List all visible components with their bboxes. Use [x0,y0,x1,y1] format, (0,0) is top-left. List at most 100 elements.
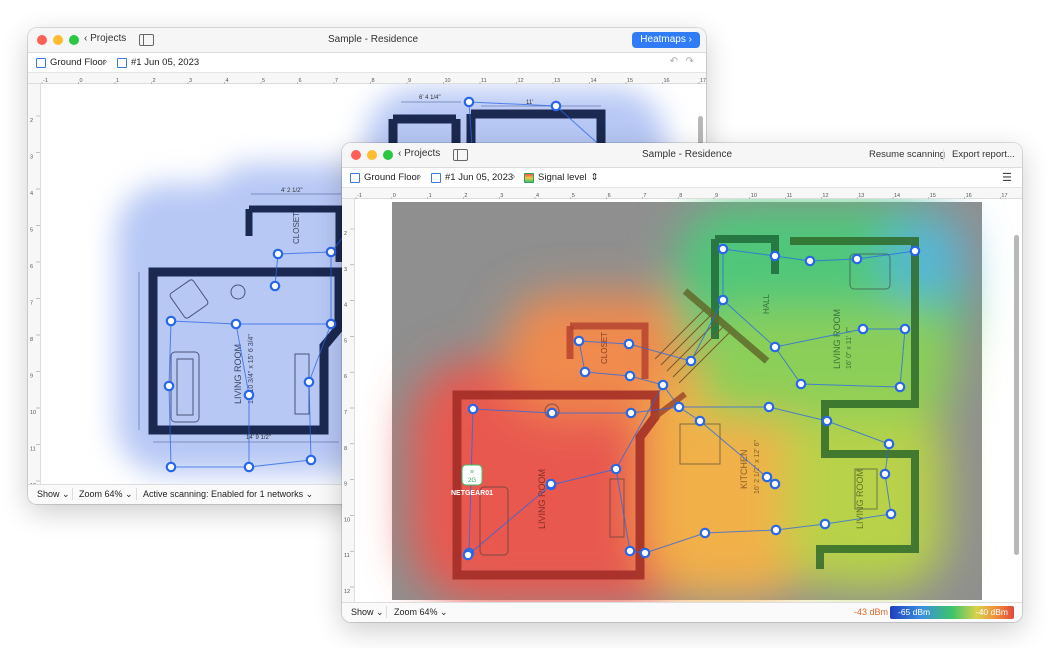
window-title: Sample - Residence [642,149,733,160]
measurement-point [325,318,337,330]
zoom-button[interactable] [383,150,393,160]
room-label: CLOSET [292,212,301,244]
ruler-label: 4 [30,191,33,197]
router-name: NETGEAR01 [451,490,493,497]
measurement-point [325,246,337,258]
ruler-label: 4 [344,303,347,309]
measurement-point [699,527,711,539]
ruler-label: 12 [344,589,350,595]
ruler-left-ticks: 23456789101112 [30,115,40,489]
chevron-left-icon: ‹ [398,148,402,159]
measurement-point [804,255,816,267]
measurement-point [550,100,562,112]
heatmaps-button[interactable]: Heatmaps › [632,32,700,48]
chevron-right-icon: › [688,34,692,45]
visualization-select[interactable]: Signal level ⇕ [524,172,599,183]
breadcrumb-floor[interactable]: Ground Floor [36,57,106,68]
zoom-menu[interactable]: Zoom 64% ⌄ [394,607,448,618]
measurement-point [623,338,635,350]
measurement-point [303,376,315,388]
measurement-point [624,370,636,382]
settings-sliders-icon[interactable]: ☰ [1002,171,1012,184]
projects-back-button[interactable]: ‹ Projects [398,148,440,159]
measurement-point [819,518,831,530]
ruler-left: 2345678910111213 [342,199,355,603]
measurement-point [857,323,869,335]
show-menu[interactable]: Show ⌄ [351,607,384,618]
measurement-point [610,463,622,475]
undo-icon[interactable]: ↶ [670,56,678,67]
measurement-point [879,468,891,480]
measurement-point [305,454,317,466]
close-button[interactable] [351,150,361,160]
room-label: LIVING ROOM [855,469,865,529]
ruler-label: 11 [344,553,350,559]
floor-plan-icon [350,172,360,183]
measurement-point [165,461,177,473]
measurement-point [694,415,706,427]
breadcrumb-survey[interactable]: #1 Jun 05, 2023 [117,57,199,68]
room-label: LIVING ROOM [537,469,547,529]
divider [386,606,387,618]
legend-mid-label: -65 dBm [898,607,931,617]
chevron-right-icon: › [418,171,422,182]
active-scanning-menu[interactable]: Active scanning: Enabled for 1 networks … [143,489,313,500]
window-title: Sample - Residence [328,34,419,45]
measurement-point [909,245,921,257]
resume-scanning-button[interactable]: Resume scanning [869,149,945,160]
sidebar-toggle-icon[interactable] [139,34,154,46]
room-label: LIVING ROOM [832,309,842,369]
breadcrumb-floor[interactable]: Ground Floor [350,172,420,183]
zoom-button[interactable] [69,35,79,45]
router-band: 2G [468,478,476,484]
signal-legend-bar: -65 dBm -40 dBm [890,606,1014,619]
ruler-label: 2 [30,118,33,124]
measurement-point [545,478,557,490]
export-report-button[interactable]: Export report... [952,149,1015,160]
measurement-point [851,253,863,265]
zoom-menu[interactable]: Zoom 64% ⌄ [79,489,133,500]
show-menu[interactable]: Show ⌄ [37,489,70,500]
chevron-down-icon: ⌄ [440,607,448,617]
breadcrumb-survey[interactable]: #1 Jun 05, 2023 [431,172,513,183]
redo-icon[interactable]: ↷ [686,56,694,67]
measurement-point [894,381,906,393]
measurement-point [243,389,255,401]
measurement-point [717,294,729,306]
measurement-point [885,508,897,520]
vertical-scrollbar[interactable] [1014,235,1019,555]
chevron-up-down-icon: ⇕ [590,172,599,183]
measurement-point [639,547,651,559]
projects-back-button[interactable]: ‹ Projects [84,33,126,44]
ruler-label: 6 [30,264,33,270]
titlebar: ‹ Projects Sample - Residence Heatmaps › [28,28,706,53]
measurement-point [579,366,591,378]
ruler-label: 3 [30,155,33,161]
signal-level-icon [524,172,534,183]
measurement-point [769,250,781,262]
ruler-left: 23456789101112 [28,84,41,489]
room-label: HALL [762,293,771,314]
measurement-point [821,415,833,427]
measurement-point [673,401,685,413]
ruler-label: 9 [30,374,33,380]
dimension-label: 4' 2 1/2" [281,188,303,194]
heatmap-canvas[interactable]: LIVING ROOM CLOSET KITCHEN 16' 2 1/2" x … [355,199,1022,603]
minimize-button[interactable] [367,150,377,160]
close-button[interactable] [37,35,47,45]
ruler-label: 7 [344,410,347,416]
measurement-point [899,323,911,335]
chevron-left-icon: ‹ [84,33,88,44]
measurement-point [573,335,585,347]
vertical-scrollbar[interactable] [698,116,703,146]
chevron-right-icon: › [512,171,516,182]
ruler-label: 7 [30,301,33,307]
sidebar-toggle-icon[interactable] [453,149,468,161]
minimize-button[interactable] [53,35,63,45]
heatmap-svg: LIVING ROOM CLOSET KITCHEN 16' 2 1/2" x … [392,202,982,603]
legend-max-label: -40 dBm [975,607,1008,617]
chevron-down-icon: ⌄ [376,607,384,617]
measurement-point [761,471,773,483]
ruler-label: 8 [30,337,33,343]
ruler-top: -1 0 1 2 3 4 5 6 7 8 9 10 11 12 13 14 15 16 17 [28,73,706,86]
